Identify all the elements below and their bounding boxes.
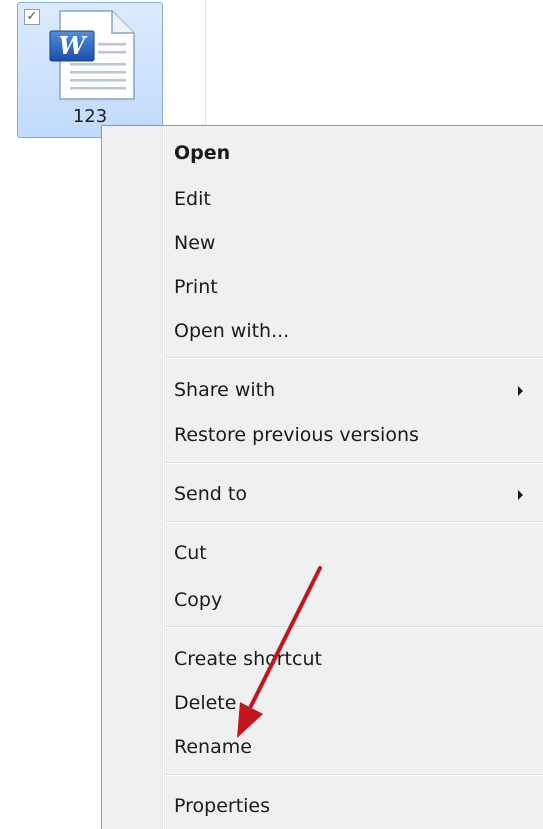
menu-item-cut[interactable]: Cut	[105, 534, 543, 574]
menu-separator	[165, 521, 543, 523]
submenu-arrow-icon	[518, 490, 523, 500]
menu-item-label: Properties	[174, 795, 271, 817]
menu-item-properties[interactable]: Properties	[105, 787, 543, 827]
menu-item-print[interactable]: Print	[105, 268, 543, 308]
menu-item-send-to[interactable]: Send to	[105, 475, 543, 515]
menu-separator	[165, 774, 543, 776]
menu-item-edit[interactable]: Edit	[105, 180, 543, 220]
menu-item-label: Edit	[174, 188, 211, 210]
menu-item-rename[interactable]: Rename	[105, 728, 543, 768]
menu-item-label: Send to	[174, 483, 247, 505]
menu-item-open[interactable]: Open	[105, 134, 543, 174]
menu-item-delete[interactable]: Delete	[105, 684, 543, 724]
menu-item-label: Cut	[174, 542, 207, 564]
window-divider	[205, 0, 206, 130]
menu-item-label: Share with	[174, 379, 276, 401]
menu-item-label: Restore previous versions	[174, 424, 419, 446]
menu-item-label: Delete	[174, 692, 237, 714]
menu-separator	[165, 626, 543, 628]
svg-text:W: W	[59, 31, 88, 60]
submenu-arrow-icon	[518, 386, 523, 396]
menu-item-label: Copy	[174, 589, 223, 611]
menu-item-new[interactable]: New	[105, 224, 543, 264]
menu-item-label: Create shortcut	[174, 648, 322, 670]
menu-separator	[165, 357, 543, 359]
menu-item-label: New	[174, 232, 216, 254]
context-menu: Open Edit New Print Open with... Share with Re…	[101, 125, 543, 829]
menu-item-share-with[interactable]: Share with	[105, 371, 543, 411]
menu-item-create-shortcut[interactable]: Create shortcut	[105, 640, 543, 680]
menu-separator	[165, 462, 543, 464]
menu-item-restore-previous-versions[interactable]: Restore previous versions	[105, 416, 543, 456]
file-name-label: 123	[72, 106, 108, 127]
menu-item-open-with[interactable]: Open with...	[105, 312, 543, 352]
menu-item-label: Rename	[174, 736, 252, 758]
menu-item-label: Open with...	[174, 320, 290, 342]
selection-checkbox[interactable]: ✓	[24, 9, 40, 25]
file-item-123[interactable]: ✓ W 123	[17, 2, 163, 138]
word-document-icon: W	[49, 10, 135, 100]
menu-item-label: Open	[174, 142, 231, 164]
menu-item-label: Print	[174, 276, 218, 298]
menu-item-copy[interactable]: Copy	[105, 581, 543, 621]
